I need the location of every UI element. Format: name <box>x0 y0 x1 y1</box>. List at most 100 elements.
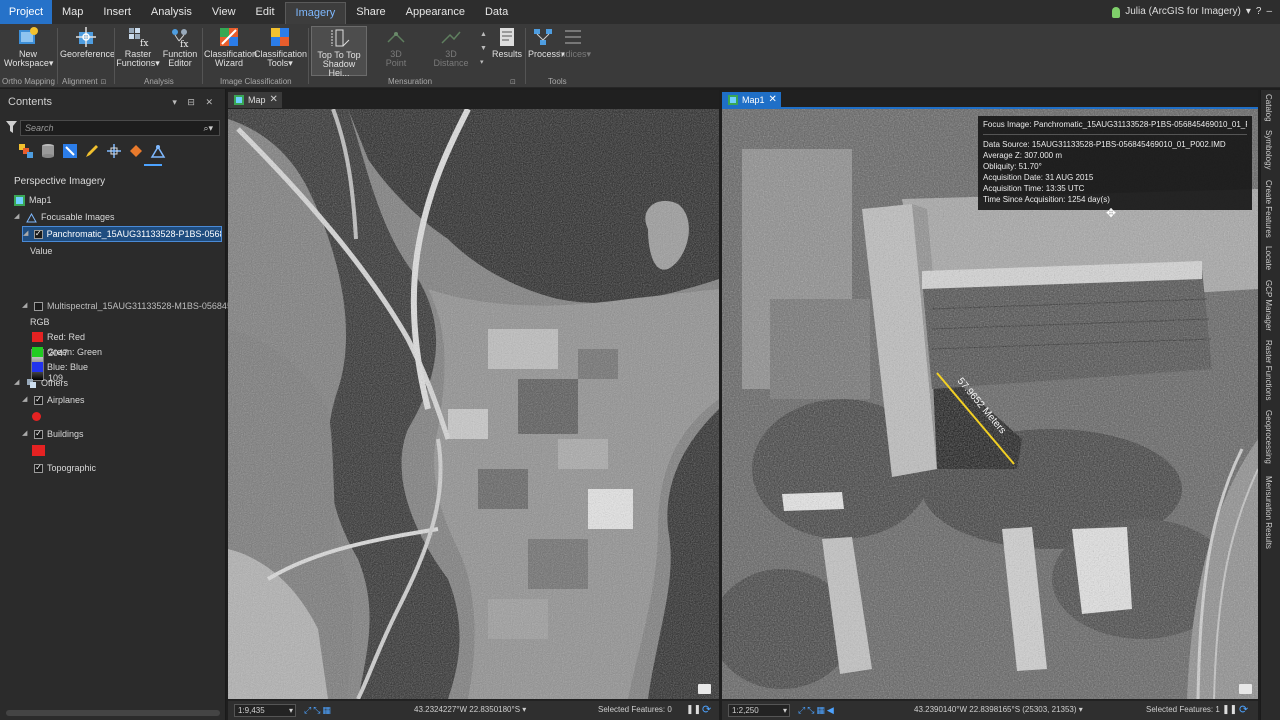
dock-tab-catalog[interactable]: Catalog <box>1264 94 1273 122</box>
raster-functions-icon: fx <box>129 28 148 48</box>
tab-view[interactable]: View <box>202 0 246 24</box>
tab-map-view[interactable]: Map ✕ <box>228 92 282 108</box>
tab-project[interactable]: Project <box>0 0 52 24</box>
expand-icon[interactable]: ◢ <box>22 392 30 408</box>
map-icon <box>14 194 25 206</box>
refresh-icon[interactable]: ⟳ <box>702 703 711 716</box>
layer-checkbox[interactable]: ✓ <box>34 395 43 405</box>
tree-item-multispectral[interactable]: ◢ Multispectral_15AUG31133528-M1BS-05684… <box>22 298 247 314</box>
map-layer-icon[interactable] <box>698 684 711 694</box>
data-source-icon[interactable] <box>40 143 56 159</box>
map-view-right: Map1 ✕ 57.9652 Meters Focus Image: Panch… <box>722 90 1258 720</box>
raster-functions-button[interactable]: fx Raster Functions▾ <box>116 26 160 76</box>
layer-checkbox[interactable]: ✓ <box>34 429 43 439</box>
dialog-launcher-icon[interactable]: ⊡ <box>101 79 107 86</box>
selection-icon[interactable] <box>62 143 78 159</box>
contents-pane: Contents ▾ ⊟ ✕ Search ⌕▾ Perspective Imag… <box>0 89 247 720</box>
process-icon <box>534 29 552 45</box>
dock-tab-create-features[interactable]: Create Features <box>1264 180 1273 238</box>
search-input[interactable]: Search ⌕▾ <box>20 120 220 136</box>
georeference-button[interactable]: Georeference <box>60 26 115 76</box>
legend-value-label: Value <box>30 246 53 256</box>
dialog-launcher-icon[interactable]: ⊡ <box>510 79 516 86</box>
classification-wizard-button[interactable]: Classification Wizard <box>204 26 257 76</box>
navigation-tools[interactable]: ⤢⤡▦ <box>304 705 333 716</box>
minimize-icon[interactable]: – <box>1266 0 1272 24</box>
layer-checkbox[interactable]: ✓ <box>33 229 43 239</box>
group-image-classification: Image Classification <box>220 77 292 86</box>
results-button[interactable]: Results <box>492 26 522 76</box>
svg-text:fx: fx <box>140 39 148 48</box>
new-workspace-icon <box>19 27 38 44</box>
tab-analysis[interactable]: Analysis <box>141 0 202 24</box>
new-workspace-button[interactable]: New Workspace▾ <box>4 26 53 76</box>
expand-icon[interactable]: ◢ <box>23 226 30 242</box>
filter-icon[interactable] <box>6 121 17 133</box>
gallery-scroll[interactable]: ▲ ▼ ▾ <box>480 28 490 70</box>
coordinate-readout[interactable]: 43.2324227°W 22.8350180°S ▾ <box>414 705 526 714</box>
section-heading: Perspective Imagery <box>14 176 106 187</box>
scale-selector[interactable]: 1:9,435 ▾ <box>234 704 296 717</box>
dock-tab-symbology[interactable]: Symbology <box>1264 130 1273 170</box>
georeference-icon <box>76 27 96 47</box>
tab-imagery[interactable]: Imagery <box>284 2 347 24</box>
tab-map1-view[interactable]: Map1 ✕ <box>722 92 781 108</box>
refresh-icon[interactable]: ⟳ <box>1239 703 1248 716</box>
expand-icon[interactable]: ◢ <box>14 375 22 391</box>
labeling-icon[interactable] <box>128 143 144 159</box>
function-editor-button[interactable]: fx Function Editor <box>160 26 200 76</box>
indices-button[interactable]: Indices▾ <box>558 26 591 76</box>
classification-tools-icon <box>271 28 289 46</box>
process-button[interactable]: Process▾ <box>528 26 565 76</box>
editing-icon[interactable] <box>84 143 100 159</box>
pane-controls[interactable]: ▾ ⊟ ✕ <box>172 89 217 115</box>
dock-tab-gcp-manager[interactable]: GCP Manager <box>1264 280 1273 331</box>
expand-icon[interactable]: ◢ <box>22 426 30 442</box>
tab-data[interactable]: Data <box>475 0 518 24</box>
3d-point-button[interactable]: 3D Point <box>370 26 422 76</box>
map-canvas[interactable] <box>228 109 719 699</box>
close-icon[interactable]: ✕ <box>270 92 278 108</box>
perspective-imagery-icon[interactable] <box>150 143 166 159</box>
tab-map[interactable]: Map <box>52 0 93 24</box>
red-swatch <box>32 332 43 342</box>
tree-item-buildings[interactable]: ◢ ✓ Buildings <box>22 426 84 442</box>
close-icon[interactable]: ✕ <box>769 92 777 108</box>
tab-share[interactable]: Share <box>346 0 395 24</box>
horizontal-scrollbar[interactable] <box>6 710 220 716</box>
pause-drawing-icon[interactable]: ❚❚ <box>686 704 701 715</box>
dock-tab-geoprocessing[interactable]: Geoprocessing <box>1264 410 1273 464</box>
coordinate-readout[interactable]: 43.2390140°W 22.8398165°S (25303, 21353)… <box>914 705 1083 714</box>
tab-edit[interactable]: Edit <box>246 0 285 24</box>
tree-item-panchromatic[interactable]: ◢ ✓ Panchromatic_15AUG31133528-P1BS-0568… <box>22 226 222 242</box>
dock-tab-mensuration-results[interactable]: Mensuration Results <box>1264 476 1273 549</box>
expand-icon[interactable]: ◢ <box>14 209 22 225</box>
tab-appearance[interactable]: Appearance <box>396 0 475 24</box>
map-layer-icon[interactable] <box>1239 684 1252 694</box>
classification-tools-button[interactable]: Classification Tools▾ <box>254 26 307 76</box>
top-to-top-shadow-height-button[interactable]: Top To Top Shadow Hei... <box>311 26 367 78</box>
search-icon[interactable]: ⌕▾ <box>203 121 213 135</box>
dock-tab-locate[interactable]: Locate <box>1264 246 1273 270</box>
user-account[interactable]: Julia (ArcGIS for Imagery) ▾ ? – <box>1112 0 1272 24</box>
tree-item-map[interactable]: Map1 <box>14 192 52 208</box>
pause-drawing-icon[interactable]: ❚❚ <box>1222 704 1237 715</box>
tree-item-others[interactable]: ◢ Others <box>14 375 68 391</box>
legend-green: Green: Green <box>32 344 102 360</box>
3d-distance-button[interactable]: 3D Distance <box>424 26 478 76</box>
help-icon[interactable]: ? <box>1256 0 1262 24</box>
tree-item-topographic[interactable]: ✓ Topographic <box>22 460 96 476</box>
legend-rgb-label: RGB <box>30 317 50 327</box>
tree-item-focusable-images[interactable]: ◢ Focusable Images <box>14 209 115 225</box>
navigation-tools[interactable]: ⤢⤡▦◀ <box>798 705 836 716</box>
tree-item-airplanes[interactable]: ◢ ✓ Airplanes <box>22 392 85 408</box>
snapping-icon[interactable] <box>106 143 122 159</box>
expand-icon[interactable]: ◢ <box>22 298 30 314</box>
tab-insert[interactable]: Insert <box>93 0 141 24</box>
layer-checkbox[interactable] <box>34 301 43 311</box>
map-view-left: Map ✕ 1:9,435 ▾ ⤢⤡▦ 43.2324227°W 22.8350… <box>228 90 719 720</box>
scale-selector[interactable]: 1:2,250 ▾ <box>728 704 790 717</box>
layer-checkbox[interactable]: ✓ <box>34 463 43 473</box>
dock-tab-raster-functions[interactable]: Raster Functions <box>1264 340 1273 400</box>
drawing-order-icon[interactable] <box>18 143 34 159</box>
